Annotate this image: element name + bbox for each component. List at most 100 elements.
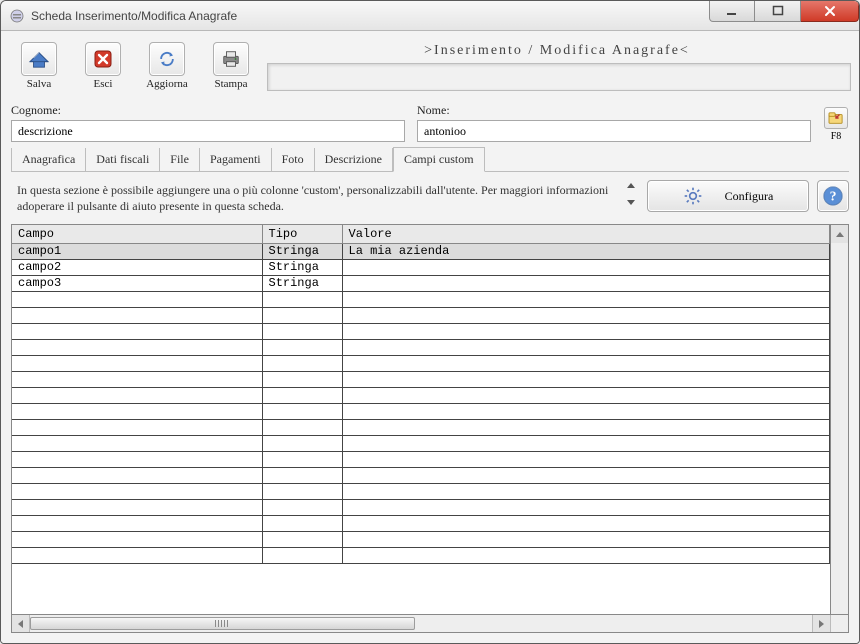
cell-empty[interactable] [12,499,262,515]
refresh-button[interactable]: Aggiorna [141,39,193,95]
cell-empty[interactable] [262,531,342,547]
cell-empty[interactable] [342,547,830,563]
cell-empty[interactable] [262,435,342,451]
cell-empty[interactable] [262,483,342,499]
cell-empty[interactable] [342,467,830,483]
cell-empty[interactable] [342,531,830,547]
cell-campo[interactable]: campo1 [12,243,262,259]
col-header-tipo[interactable]: Tipo [262,225,342,243]
cell-empty[interactable] [342,483,830,499]
cell-empty[interactable] [342,515,830,531]
horizontal-scrollbar[interactable] [12,614,848,632]
cell-empty[interactable] [12,467,262,483]
table-row[interactable] [12,387,830,403]
cell-empty[interactable] [342,307,830,323]
tab-file[interactable]: File [160,148,200,171]
cell-empty[interactable] [262,467,342,483]
table-row[interactable] [12,339,830,355]
cell-valore[interactable] [342,259,830,275]
cell-empty[interactable] [12,323,262,339]
table-row[interactable] [12,515,830,531]
cell-empty[interactable] [342,451,830,467]
tab-descrizione[interactable]: Descrizione [315,148,393,171]
table-row[interactable] [12,467,830,483]
cell-empty[interactable] [262,291,342,307]
cell-empty[interactable] [12,307,262,323]
maximize-button[interactable] [755,0,801,22]
table-row[interactable]: campo1StringaLa mia azienda [12,243,830,259]
table-row[interactable] [12,307,830,323]
cell-empty[interactable] [342,291,830,307]
cell-empty[interactable] [342,403,830,419]
table-row[interactable] [12,483,830,499]
cell-empty[interactable] [12,419,262,435]
cell-empty[interactable] [342,419,830,435]
cell-empty[interactable] [342,499,830,515]
table-row[interactable] [12,419,830,435]
table-row[interactable] [12,451,830,467]
cell-empty[interactable] [12,515,262,531]
nome-input[interactable] [417,120,811,142]
table-row[interactable]: campo3Stringa [12,275,830,291]
cell-empty[interactable] [12,451,262,467]
table-row[interactable]: campo2Stringa [12,259,830,275]
cell-empty[interactable] [12,403,262,419]
cell-empty[interactable] [262,499,342,515]
close-button[interactable] [801,0,859,22]
cell-valore[interactable] [342,275,830,291]
cell-empty[interactable] [342,323,830,339]
spinner[interactable] [623,180,639,205]
save-button[interactable]: Salva [13,39,65,95]
exit-button[interactable]: Esci [77,39,129,95]
table-row[interactable] [12,435,830,451]
cell-empty[interactable] [262,355,342,371]
cell-empty[interactable] [262,547,342,563]
cell-empty[interactable] [12,371,262,387]
cell-empty[interactable] [12,531,262,547]
print-button[interactable]: Stampa [205,39,257,95]
col-header-valore[interactable]: Valore [342,225,830,243]
cell-empty[interactable] [262,515,342,531]
table-row[interactable] [12,499,830,515]
cell-tipo[interactable]: Stringa [262,275,342,291]
cell-empty[interactable] [12,547,262,563]
cell-empty[interactable] [262,419,342,435]
scroll-thumb[interactable] [30,617,415,630]
cell-empty[interactable] [342,387,830,403]
tab-anagrafica[interactable]: Anagrafica [11,148,86,171]
tab-campi-custom[interactable]: Campi custom [393,147,485,172]
table-row[interactable] [12,355,830,371]
minimize-button[interactable] [709,0,755,22]
cell-empty[interactable] [262,323,342,339]
table-row[interactable] [12,547,830,563]
table-row[interactable] [12,531,830,547]
f8-button[interactable] [824,107,848,129]
cell-empty[interactable] [262,339,342,355]
tab-dati-fiscali[interactable]: Dati fiscali [86,148,160,171]
cell-empty[interactable] [12,355,262,371]
cell-empty[interactable] [262,307,342,323]
cell-empty[interactable] [12,291,262,307]
cell-empty[interactable] [12,339,262,355]
cell-tipo[interactable]: Stringa [262,243,342,259]
cell-tipo[interactable]: Stringa [262,259,342,275]
cell-empty[interactable] [262,387,342,403]
cognome-input[interactable] [11,120,405,142]
tab-pagamenti[interactable]: Pagamenti [200,148,272,171]
cell-empty[interactable] [342,355,830,371]
table-row[interactable] [12,291,830,307]
cell-campo[interactable]: campo3 [12,275,262,291]
configure-button[interactable]: Configura [647,180,809,212]
col-header-campo[interactable]: Campo [12,225,262,243]
cell-empty[interactable] [342,339,830,355]
cell-campo[interactable]: campo2 [12,259,262,275]
cell-empty[interactable] [262,403,342,419]
tab-foto[interactable]: Foto [272,148,315,171]
cell-empty[interactable] [12,435,262,451]
table-row[interactable] [12,371,830,387]
cell-empty[interactable] [12,483,262,499]
cell-empty[interactable] [342,371,830,387]
cell-valore[interactable]: La mia azienda [342,243,830,259]
grid-table[interactable]: Campo Tipo Valore campo1StringaLa mia az… [12,225,830,564]
cell-empty[interactable] [262,371,342,387]
